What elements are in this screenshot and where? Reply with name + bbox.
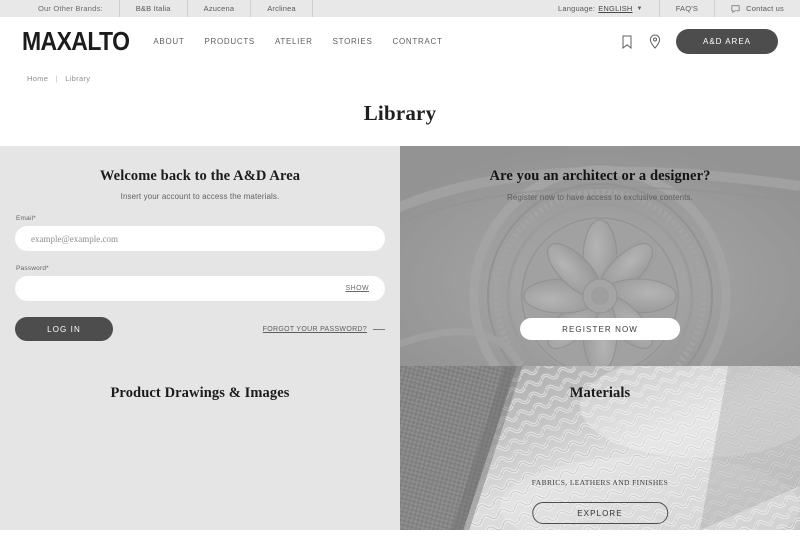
ad-area-button[interactable]: A&D AREA — [675, 29, 778, 54]
materials-caption: FABRICS, LEATHERS AND FINISHES — [531, 478, 669, 487]
materials-heading: Materials — [569, 385, 631, 401]
main-navigation: ABOUT PRODUCTS ATELIER STORIES CONTRACT — [153, 37, 442, 46]
brand-link-arclinea[interactable]: Arclinea — [250, 0, 312, 17]
explore-button[interactable]: EXPLORE — [532, 502, 668, 524]
brand-link-bb-italia[interactable]: B&B Italia — [118, 0, 187, 17]
breadcrumb-home[interactable]: Home — [27, 74, 48, 83]
log-in-button[interactable]: LOG IN — [15, 317, 113, 341]
topbar-right-group: Language: ENGLISH ▼ FAQ'S Contact us — [542, 0, 800, 17]
location-pin-icon[interactable] — [648, 34, 662, 50]
architect-content: Are you an architect or a designer? Regi… — [400, 168, 800, 366]
page-title: Library — [363, 101, 437, 125]
utility-topbar: Our Other Brands: B&B Italia Azucena Arc… — [0, 0, 800, 17]
email-label: Email* — [16, 215, 36, 222]
register-now-button[interactable]: REGISTER NOW — [520, 318, 680, 340]
product-drawings-heading: Product Drawings & Images — [110, 385, 290, 401]
materials-content: Materials FABRICS, LEATHERS AND FINISHES… — [400, 385, 800, 530]
nav-item-products[interactable]: PRODUCTS — [204, 37, 255, 46]
architect-heading: Are you an architect or a designer? — [489, 168, 711, 184]
login-actions: LOG IN FORGOT YOUR PASSWORD? — [15, 317, 385, 341]
other-brands-label: Our Other Brands: — [38, 4, 103, 13]
forgot-password-dash — [373, 328, 385, 330]
nav-item-stories[interactable]: STORIES — [333, 37, 373, 46]
email-input[interactable] — [31, 226, 369, 251]
product-drawings-panel[interactable]: Product Drawings & Images — [0, 366, 400, 530]
header-actions: A&D AREA — [620, 29, 778, 54]
chevron-down-icon: ▼ — [636, 5, 643, 12]
language-value: ENGLISH — [598, 4, 633, 13]
password-input-wrapper[interactable]: SHOW — [15, 276, 385, 301]
language-selector[interactable]: Language: ENGLISH ▼ — [542, 0, 659, 17]
password-input[interactable] — [31, 276, 369, 301]
architect-subtitle: Register now to have access to exclusive… — [507, 193, 693, 202]
forgot-password-link[interactable]: FORGOT YOUR PASSWORD? — [263, 326, 367, 333]
language-label: Language: — [557, 4, 596, 13]
breadcrumb-separator: | — [55, 74, 58, 83]
architect-panel: Are you an architect or a designer? Regi… — [400, 146, 800, 366]
materials-panel: Materials FABRICS, LEATHERS AND FINISHES… — [400, 366, 800, 530]
contact-us-link[interactable]: Contact us — [714, 0, 800, 17]
nav-item-about[interactable]: ABOUT — [153, 37, 184, 46]
breadcrumb-current: Library — [65, 74, 91, 83]
login-panel: Welcome back to the A&D Area Insert your… — [0, 146, 400, 366]
other-brands-group: Our Other Brands: B&B Italia Azucena Arc… — [0, 0, 345, 17]
upper-split-section: Welcome back to the A&D Area Insert your… — [0, 146, 800, 366]
email-field-group: Email* — [15, 215, 385, 251]
contact-us-label: Contact us — [746, 4, 784, 13]
password-label: Password* — [16, 265, 49, 272]
email-input-wrapper[interactable] — [15, 226, 385, 251]
password-field-group: Password* SHOW — [15, 265, 385, 301]
nav-item-contract[interactable]: CONTRACT — [392, 37, 442, 46]
login-heading: Welcome back to the A&D Area — [99, 168, 301, 184]
brand-link-azucena[interactable]: Azucena — [186, 0, 251, 17]
chat-bubble-icon — [731, 4, 740, 13]
site-header: MAXALTO ABOUT PRODUCTS ATELIER STORIES C… — [0, 17, 800, 66]
lower-split-section: Product Drawings & Images Materials FABR… — [0, 366, 800, 530]
nav-item-atelier[interactable]: ATELIER — [275, 37, 313, 46]
login-subtitle: Insert your account to access the materi… — [120, 192, 280, 201]
maxalto-logo[interactable]: MAXALTO — [22, 26, 130, 56]
breadcrumb: Home | Library — [0, 66, 800, 83]
faq-link[interactable]: FAQ'S — [658, 0, 714, 17]
show-password-toggle[interactable]: SHOW — [341, 285, 369, 292]
bookmark-icon[interactable] — [620, 34, 634, 50]
forgot-password-group: FORGOT YOUR PASSWORD? — [263, 326, 385, 333]
topbar-spacer — [311, 0, 345, 17]
